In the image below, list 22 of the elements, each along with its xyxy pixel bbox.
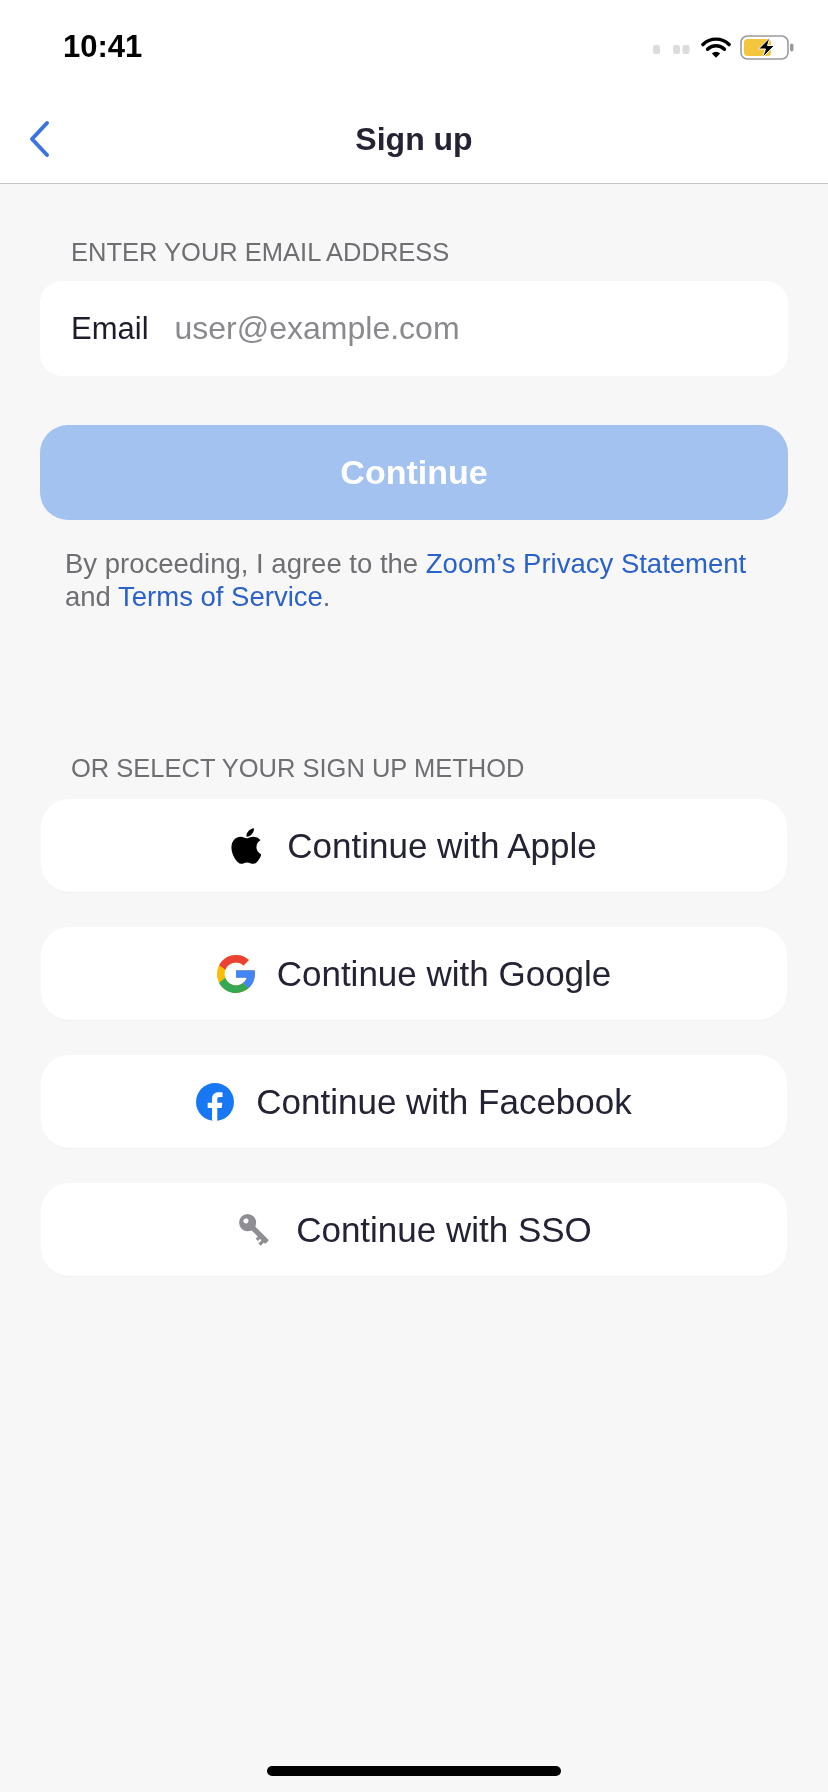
wifi-icon (701, 37, 731, 58)
policy-link[interactable]: Zoom’s Privacy Statement (425, 548, 747, 579)
chevron-left-icon (27, 120, 51, 158)
sign-up-option-button[interactable]: Continue with SSO (41, 1183, 787, 1276)
signal-icon (653, 45, 690, 54)
sign-up-option-button[interactable]: Continue with Google (41, 927, 787, 1020)
sign-up-option-button[interactable]: Continue with Facebook (41, 1055, 787, 1148)
sign-up-option-button[interactable]: Continue with Apple (41, 799, 787, 892)
email-input[interactable]: user@example.com (174, 308, 768, 349)
email-label: Email (71, 310, 149, 347)
google-logo-icon (216, 954, 255, 993)
policy-link[interactable]: Terms of Service (118, 581, 323, 612)
page-title: Sign up (355, 120, 473, 158)
back-button[interactable] (27, 120, 51, 158)
status-time: 10:41 (63, 28, 143, 65)
battery-charging-icon (740, 35, 794, 60)
facebook-logo-icon (196, 1082, 235, 1121)
terms-consent-text: By proceeding, I agree to the Zoom’s Privacy Statement and Terms of Service. (64, 547, 748, 613)
apple-icon (231, 827, 262, 864)
section-header: ENTER YOUR EMAIL ADDRESS (70, 237, 451, 267)
section-header: OR SELECT YOUR SIGN UP METHOD (70, 753, 526, 783)
email-field[interactable]: Email user@example.com (40, 281, 788, 376)
